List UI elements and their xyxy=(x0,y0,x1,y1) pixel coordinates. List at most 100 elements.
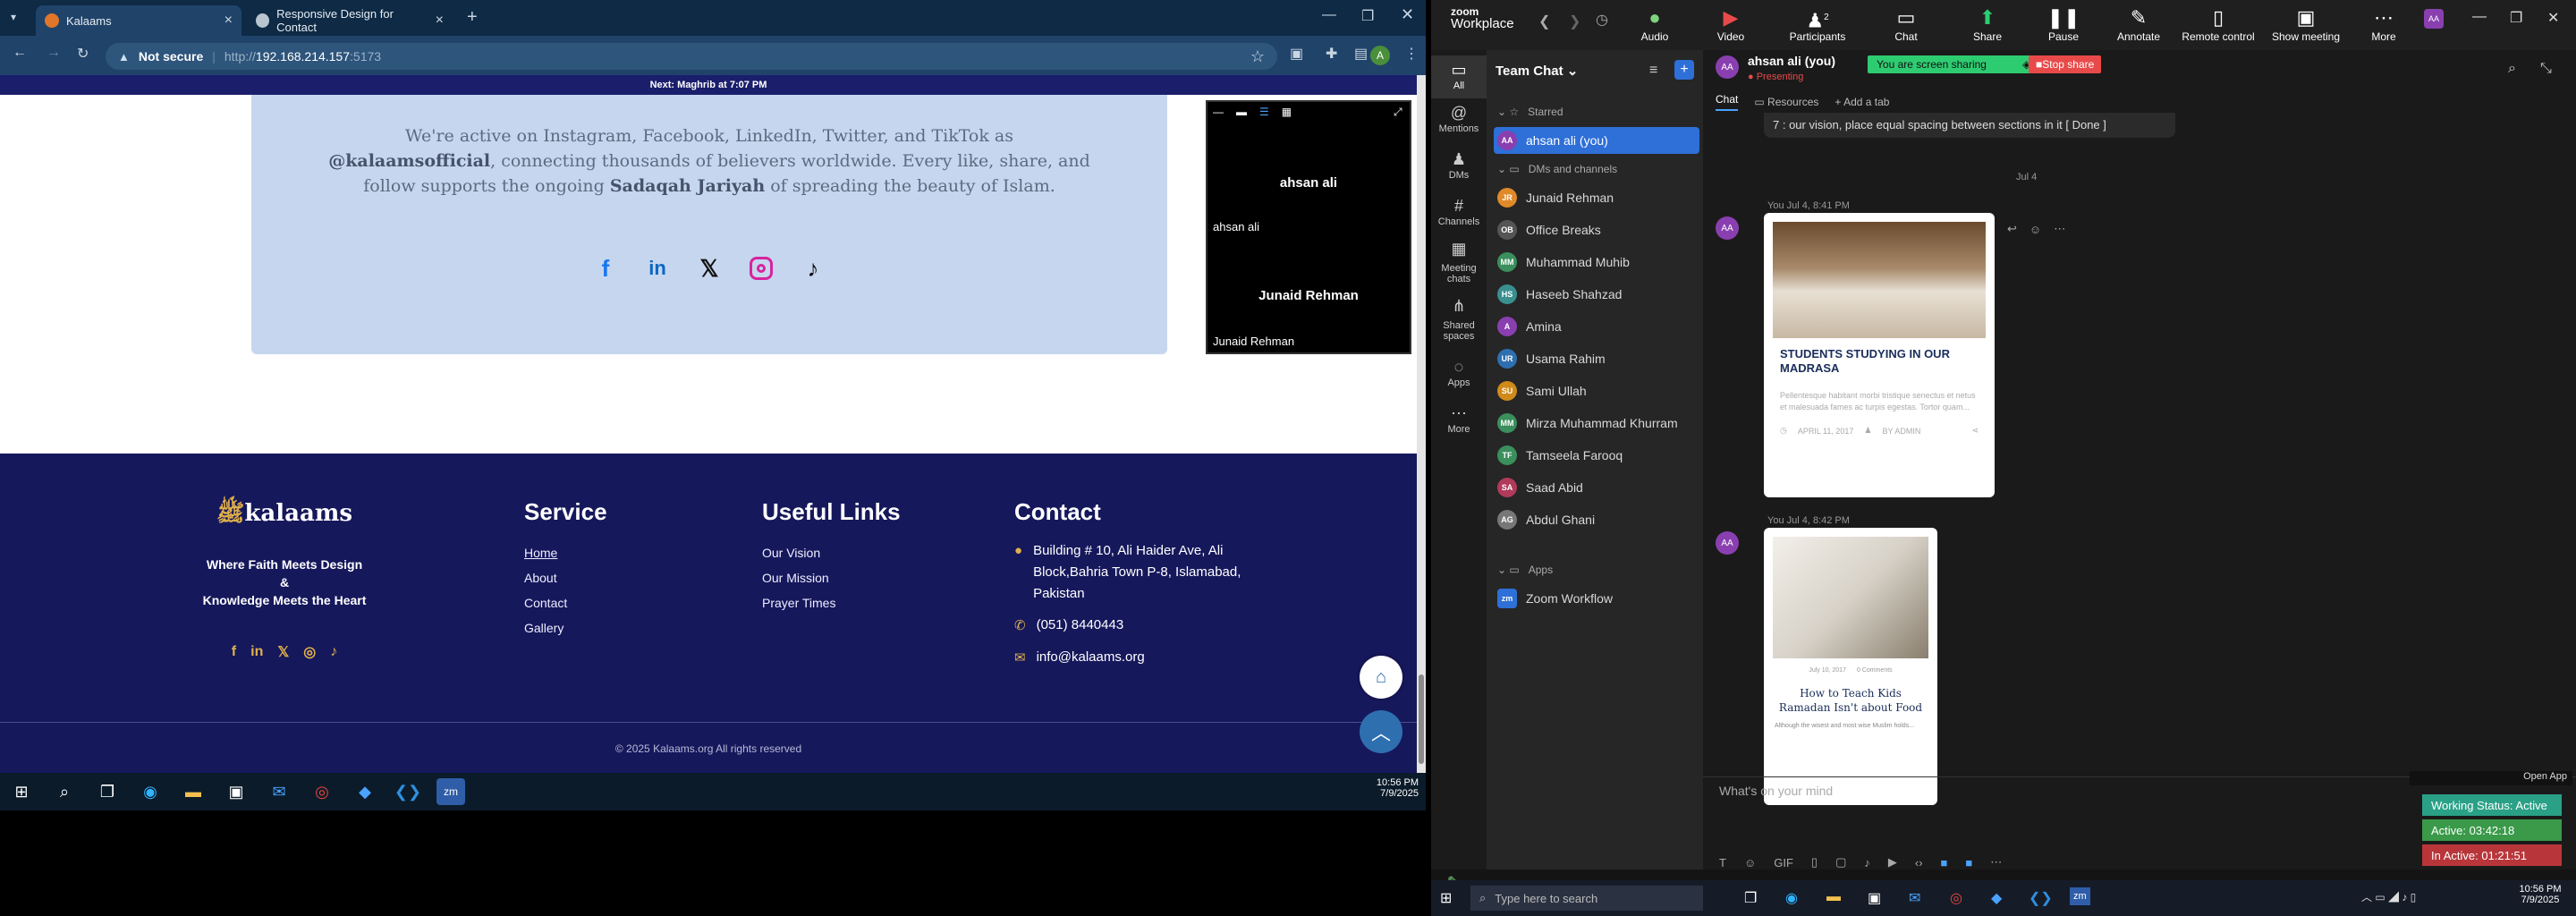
bookmark-star-icon[interactable]: ☆ xyxy=(1250,47,1265,66)
task-view-icon[interactable]: ❐ xyxy=(1744,889,1757,907)
footer-link-gallery[interactable]: Gallery xyxy=(524,615,607,640)
rail-mentions[interactable]: @ Mentions xyxy=(1431,104,1487,134)
video-clip-icon[interactable]: ▶ xyxy=(1888,855,1897,869)
stop-share-button[interactable]: ■ Stop share xyxy=(2029,55,2102,73)
close-window-icon[interactable]: ✕ xyxy=(1401,5,1414,24)
panel-header[interactable]: Team Chat ⌄ xyxy=(1496,63,1578,79)
share-icon[interactable]: ⋖ xyxy=(1971,426,1979,436)
gif-icon[interactable]: GIF xyxy=(1774,856,1793,869)
dm-item[interactable]: SU Sami Ullah xyxy=(1497,377,1694,404)
tiktok-icon[interactable]: ♪ xyxy=(330,644,337,660)
video-button[interactable]: ▶ Video xyxy=(1699,5,1762,43)
open-app-button[interactable]: Open App xyxy=(2410,771,2572,785)
linkedin-icon[interactable]: in xyxy=(250,644,263,660)
vscode-icon[interactable]: ❮❯ xyxy=(2029,889,2053,907)
search-icon[interactable]: ⌕ xyxy=(2508,61,2516,77)
start-icon[interactable]: ⊞ xyxy=(7,778,36,805)
participants-button[interactable]: ♟2 Participants xyxy=(1775,5,1860,43)
back-icon[interactable]: ← xyxy=(13,45,27,61)
kalaams-logo[interactable]: ﷺkalaams xyxy=(195,498,374,532)
back-icon[interactable]: ❮ xyxy=(1538,13,1550,30)
rail-shared-spaces[interactable]: ⋔ Shared spaces xyxy=(1431,298,1487,342)
dm-item[interactable]: A Amina xyxy=(1497,313,1694,340)
tab-add[interactable]: + Add a tab xyxy=(1835,96,1889,108)
footer-link-our-mission[interactable]: Our Mission xyxy=(762,565,901,590)
pause-button[interactable]: ❚❚ Pause xyxy=(2032,5,2095,43)
emoji-icon[interactable]: ☺ xyxy=(2029,223,2041,236)
task-view-icon[interactable]: ❐ xyxy=(93,778,122,805)
starred-section[interactable]: ⌄ ☆ Starred xyxy=(1497,98,1694,125)
sidepanel-icon[interactable]: ▤ xyxy=(1354,45,1368,63)
start-icon[interactable]: ⊞ xyxy=(1440,889,1452,907)
collapse-icon[interactable]: ⤡ xyxy=(2540,61,2552,77)
zoom-taskbar-icon[interactable]: zm xyxy=(2070,887,2090,905)
annotate-button[interactable]: ✎ Annotate xyxy=(2107,5,2170,43)
share-button[interactable]: ⬆ Share xyxy=(1956,5,2019,43)
tab-search-icon[interactable]: ▾ xyxy=(11,11,16,23)
video-off-icon[interactable]: ▬ xyxy=(1236,106,1247,118)
more-icon[interactable]: ⋯ xyxy=(1990,855,2002,869)
taskbar-search[interactable]: ⌕ Type here to search xyxy=(1470,886,1703,911)
system-tray-icons[interactable]: ︿ ▭ ◢ ♪ ▯ xyxy=(2361,889,2416,904)
edge-icon[interactable]: ◉ xyxy=(1785,889,1798,907)
search-icon[interactable]: ⌕ xyxy=(50,778,79,805)
tiktok-icon[interactable]: ♪ xyxy=(799,254,827,283)
menu-icon[interactable]: ⋮ xyxy=(1404,45,1419,63)
scroll-top-button[interactable]: ︿ xyxy=(1360,710,1402,753)
show-meeting-button[interactable]: ▣ Show meeting xyxy=(2268,5,2343,43)
dms-section[interactable]: ⌄ ▭ DMs and channels xyxy=(1497,156,1694,182)
mail-icon[interactable]: ✉ xyxy=(1909,889,1920,907)
format-icon[interactable]: T xyxy=(1719,856,1726,869)
instagram-icon[interactable] xyxy=(747,254,775,283)
chat-button[interactable]: ▭ Chat xyxy=(1875,5,1937,43)
expand-icon[interactable]: ⤢ xyxy=(1394,106,1402,119)
footer-link-our-vision[interactable]: Our Vision xyxy=(762,540,901,565)
minimize-icon[interactable]: — xyxy=(1322,7,1336,23)
x-twitter-icon[interactable]: 𝕏 xyxy=(277,643,289,661)
app-icon-2[interactable]: ■ xyxy=(1965,856,1972,869)
rail-channels[interactable]: # Channels xyxy=(1431,197,1487,227)
x-twitter-icon[interactable]: 𝕏 xyxy=(695,254,724,283)
app-icon[interactable]: ◆ xyxy=(1991,889,2002,907)
linkedin-icon[interactable]: in xyxy=(643,254,672,283)
close-tab-icon[interactable]: × xyxy=(436,13,444,29)
code-icon[interactable]: ‹› xyxy=(1915,856,1923,869)
dm-item[interactable]: MM Mirza Muhammad Khurram xyxy=(1497,410,1694,437)
more-button[interactable]: ⋯ More xyxy=(2352,5,2415,43)
starred-item-ahsan[interactable]: AA ahsan ali (you) xyxy=(1494,127,1699,154)
remote-control-button[interactable]: ▯ Remote control xyxy=(2175,5,2261,43)
dm-item[interactable]: OB Office Breaks xyxy=(1497,216,1694,243)
scroll-thumb[interactable] xyxy=(1419,674,1424,764)
tab-resources[interactable]: ▭ Resources xyxy=(1754,96,1818,108)
history-icon[interactable]: ◷ xyxy=(1596,11,1608,29)
footer-link-about[interactable]: About xyxy=(524,565,607,590)
rail-all[interactable]: ▭ All xyxy=(1431,55,1487,98)
footer-link-prayer-times[interactable]: Prayer Times xyxy=(762,590,901,615)
zoom-taskbar-icon[interactable]: zm xyxy=(436,778,465,805)
screenshot-icon[interactable]: ▢ xyxy=(1835,855,1846,869)
minimize-icon[interactable]: — xyxy=(1213,106,1224,118)
reload-icon[interactable]: ↻ xyxy=(77,45,89,63)
vscode-icon[interactable]: ❮❯ xyxy=(394,778,422,805)
chat-user-avatar[interactable]: AA xyxy=(1716,55,1739,79)
extension-icon[interactable]: ▣ xyxy=(1290,45,1303,63)
file-explorer-icon[interactable]: ▬ xyxy=(1826,889,1841,905)
minimize-icon[interactable]: — xyxy=(2472,9,2487,25)
dm-item[interactable]: HS Haseeb Shahzad xyxy=(1497,281,1694,308)
new-tab-icon[interactable]: + xyxy=(467,7,478,28)
instagram-icon[interactable]: ◎ xyxy=(303,643,316,661)
app-icon[interactable]: ◆ xyxy=(351,778,379,805)
maximize-icon[interactable]: ❐ xyxy=(1361,7,1374,25)
left-clock[interactable]: 10:56 PM 7/9/2025 xyxy=(1360,777,1419,799)
app-zoom-workflow[interactable]: zm Zoom Workflow xyxy=(1497,585,1694,612)
app-icon[interactable]: ■ xyxy=(1941,856,1948,869)
mic-icon[interactable]: ♪ xyxy=(1864,856,1870,869)
new-chat-button[interactable]: + xyxy=(1674,60,1694,80)
mail-icon[interactable]: ✉ xyxy=(265,778,293,805)
tab-chat[interactable]: Chat xyxy=(1716,93,1739,111)
compose-input[interactable]: What's on your mind xyxy=(1719,784,1833,798)
page-scrollbar[interactable] xyxy=(1417,75,1426,773)
dm-item[interactable]: SA Saad Abid xyxy=(1497,474,1694,501)
rail-more[interactable]: ⋯ More xyxy=(1431,404,1487,435)
dm-item[interactable]: MM Muhammad Muhib xyxy=(1497,249,1694,276)
